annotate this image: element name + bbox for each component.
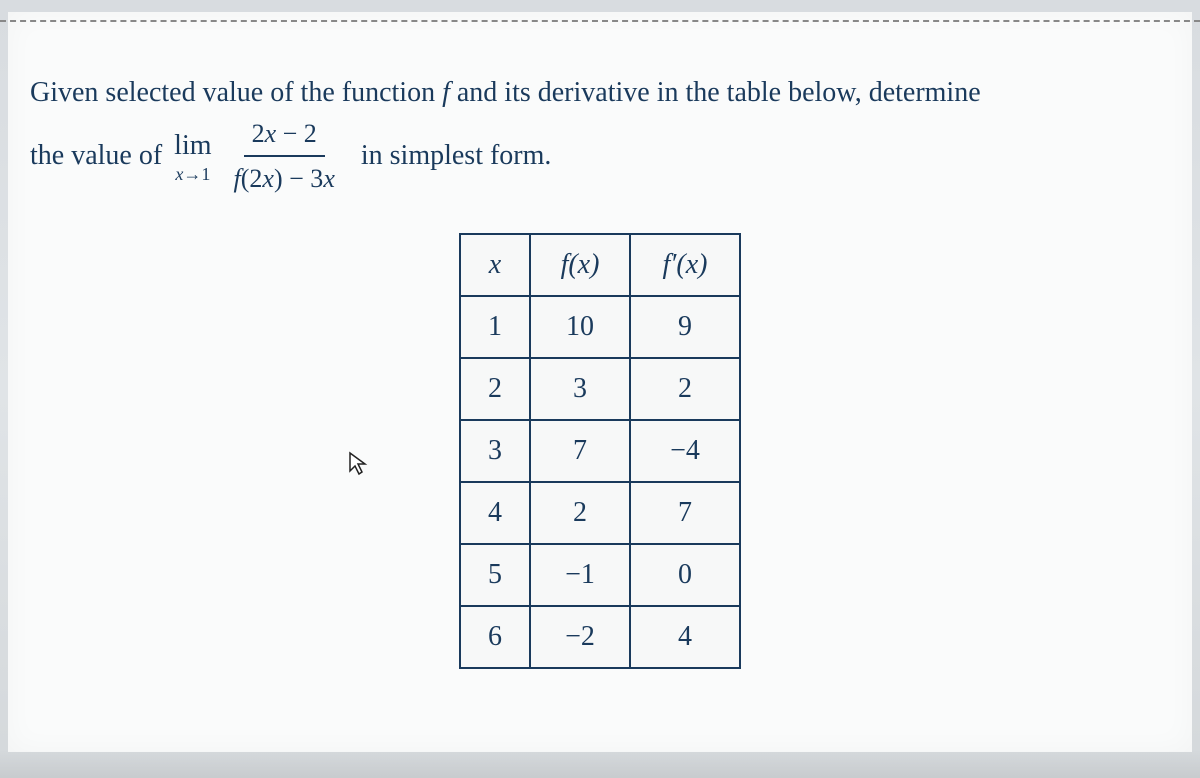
- var-f: f: [442, 77, 450, 108]
- lim-sub-val: 1: [201, 164, 210, 184]
- cell-x: 4: [460, 482, 530, 544]
- cell-fpx: 0: [630, 544, 740, 606]
- text-in-simplest-form: in simplest form.: [361, 135, 552, 177]
- cell-fpx: 7: [630, 482, 740, 544]
- cell-fpx: 2: [630, 358, 740, 420]
- table-row: 3 7 −4: [460, 420, 740, 482]
- fraction-denominator: f(2x) − 3x: [226, 157, 343, 198]
- cell-fpx: 4: [630, 606, 740, 668]
- table-row: 6 −2 4: [460, 606, 740, 668]
- limit-operator: lim x→1: [174, 125, 211, 188]
- cell-x: 1: [460, 296, 530, 358]
- cell-x: 6: [460, 606, 530, 668]
- problem-line-2: the value of lim x→1 2x − 2 f(2x) − 3x: [30, 114, 1170, 198]
- bottom-shadow: [0, 750, 1200, 778]
- cell-fx: 7: [530, 420, 630, 482]
- cell-fx: 2: [530, 482, 630, 544]
- cell-x: 5: [460, 544, 530, 606]
- cell-fpx: −4: [630, 420, 740, 482]
- table-header-row: x f(x) f′(x): [460, 234, 740, 296]
- table-row: 2 3 2: [460, 358, 740, 420]
- problem-content: Given selected value of the function f a…: [8, 12, 1192, 752]
- lim-subscript: x→1: [175, 161, 210, 188]
- table-row: 5 −1 0: [460, 544, 740, 606]
- top-dashed-border: [0, 20, 1200, 22]
- fraction: 2x − 2 f(2x) − 3x: [226, 114, 343, 198]
- cell-fx: −2: [530, 606, 630, 668]
- cell-x: 2: [460, 358, 530, 420]
- table-row: 1 10 9: [460, 296, 740, 358]
- denom-arg: (2x): [241, 164, 283, 193]
- problem-statement: Given selected value of the function f a…: [30, 72, 1170, 198]
- text-the-value-of: the value of: [30, 135, 162, 177]
- header-fx: f(x): [530, 234, 630, 296]
- cell-fx: 10: [530, 296, 630, 358]
- table-container: x f(x) f′(x) 1 10 9 2 3: [30, 233, 1170, 669]
- table-body: 1 10 9 2 3 2 3 7 −4 4 2 7: [460, 296, 740, 668]
- cell-fx: −1: [530, 544, 630, 606]
- fraction-numerator: 2x − 2: [244, 114, 325, 157]
- lim-sub-arrow: →: [183, 164, 201, 184]
- cell-fx: 3: [530, 358, 630, 420]
- table-row: 4 2 7: [460, 482, 740, 544]
- header-fpx: f′(x): [630, 234, 740, 296]
- cursor-icon: [348, 451, 368, 484]
- denom-f: f: [234, 164, 241, 193]
- limit-expression: lim x→1 2x − 2 f(2x) − 3x: [174, 114, 349, 198]
- text-given: Given selected value of the function: [30, 77, 442, 108]
- header-x: x: [460, 234, 530, 296]
- text-and-derivative: and its derivative in the table below, d…: [450, 77, 981, 108]
- problem-line-1: Given selected value of the function f a…: [30, 72, 1170, 114]
- function-table: x f(x) f′(x) 1 10 9 2 3: [459, 233, 741, 669]
- cell-fpx: 9: [630, 296, 740, 358]
- cell-x: 3: [460, 420, 530, 482]
